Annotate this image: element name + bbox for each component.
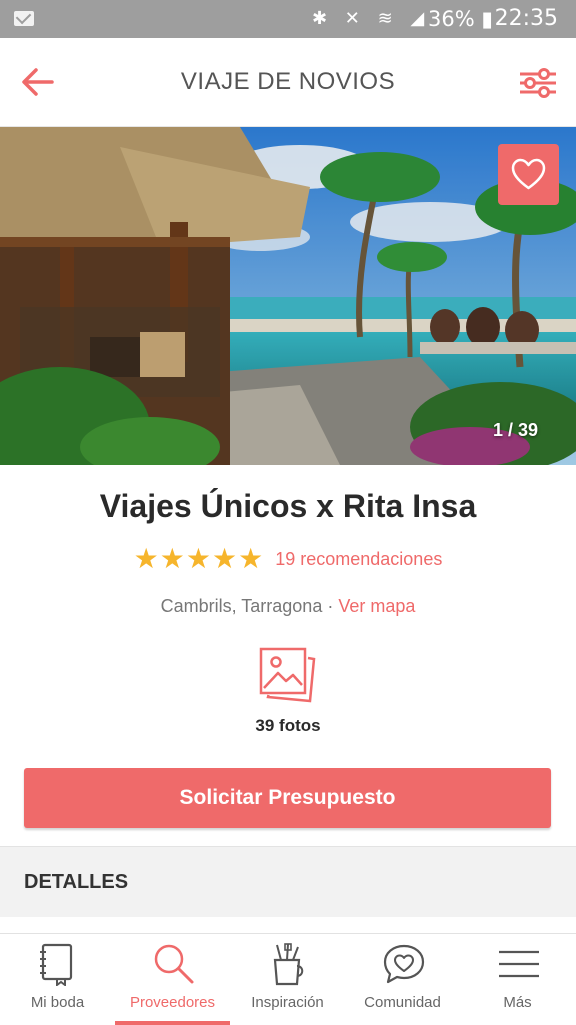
photos-icon[interactable] (258, 646, 318, 704)
details-section[interactable]: DETALLES (0, 846, 576, 917)
photos-count[interactable]: 39 fotos (0, 716, 576, 736)
chat-heart-icon (383, 944, 425, 984)
page-title: VIAJE DE NOVIOS (180, 68, 396, 95)
status-icons: ✱ ✕ ≋ ◢ (312, 8, 431, 29)
recommendations-link[interactable]: 19 recomendaciones (275, 549, 442, 570)
location-row: Cambrils, Tarragona · Ver mapa (0, 596, 576, 617)
tab-label: Comunidad (364, 994, 441, 1011)
search-icon (154, 944, 194, 984)
star-icon: ★ (212, 542, 238, 575)
tab-label: Más (503, 994, 532, 1011)
status-bar: ✱ ✕ ≋ ◢ 36% ▮ 22:35 (0, 0, 576, 38)
favorite-button[interactable] (498, 144, 559, 205)
star-icon: ★ (159, 542, 185, 575)
tab-label: Proveedores (129, 994, 216, 1011)
tab-proveedores[interactable]: Proveedores (115, 934, 230, 1025)
vendor-name: Viajes Únicos x Rita Insa (99, 488, 477, 524)
separator: · (322, 596, 339, 616)
tab-inspiracion[interactable]: Inspiración (230, 934, 345, 1025)
bottom-navigation: Mi boda Proveedores Inspiración Comunida… (0, 933, 576, 1025)
star-rating: ★ ★ ★ ★ ★ (134, 545, 264, 573)
menu-icon (499, 950, 539, 978)
details-heading: DETALLES (24, 871, 129, 893)
star-icon: ★ (185, 542, 211, 575)
star-icon: ★ (238, 542, 264, 575)
location-text: Cambrils, Tarragona (160, 596, 323, 616)
tab-label: Mi boda (30, 994, 85, 1011)
heart-icon (511, 158, 546, 190)
battery-indicator: 36% ▮ (428, 7, 493, 31)
tab-label: Inspiración (251, 994, 324, 1011)
rating-row: ★ ★ ★ ★ ★ 19 recomendaciones (0, 545, 576, 573)
brush-jar-icon (273, 943, 304, 986)
photo-gallery[interactable]: 1 / 39 (0, 127, 576, 465)
top-app-bar: VIAJE DE NOVIOS (0, 38, 576, 127)
notebook-icon (40, 943, 73, 986)
clock: 22:35 (494, 6, 558, 31)
star-icon: ★ (133, 542, 159, 575)
sliders-icon[interactable] (518, 68, 558, 98)
tab-comunidad[interactable]: Comunidad (345, 934, 460, 1025)
resort-photo (0, 127, 576, 465)
active-tab-indicator (115, 1021, 230, 1025)
view-map-link[interactable]: Ver mapa (338, 596, 415, 616)
photo-counter: 1 / 39 (492, 420, 538, 440)
mail-icon (14, 11, 34, 26)
tab-mas[interactable]: Más (460, 934, 575, 1025)
tab-mi-boda[interactable]: Mi boda (0, 934, 115, 1025)
request-quote-button[interactable]: Solicitar Presupuesto (24, 768, 551, 828)
